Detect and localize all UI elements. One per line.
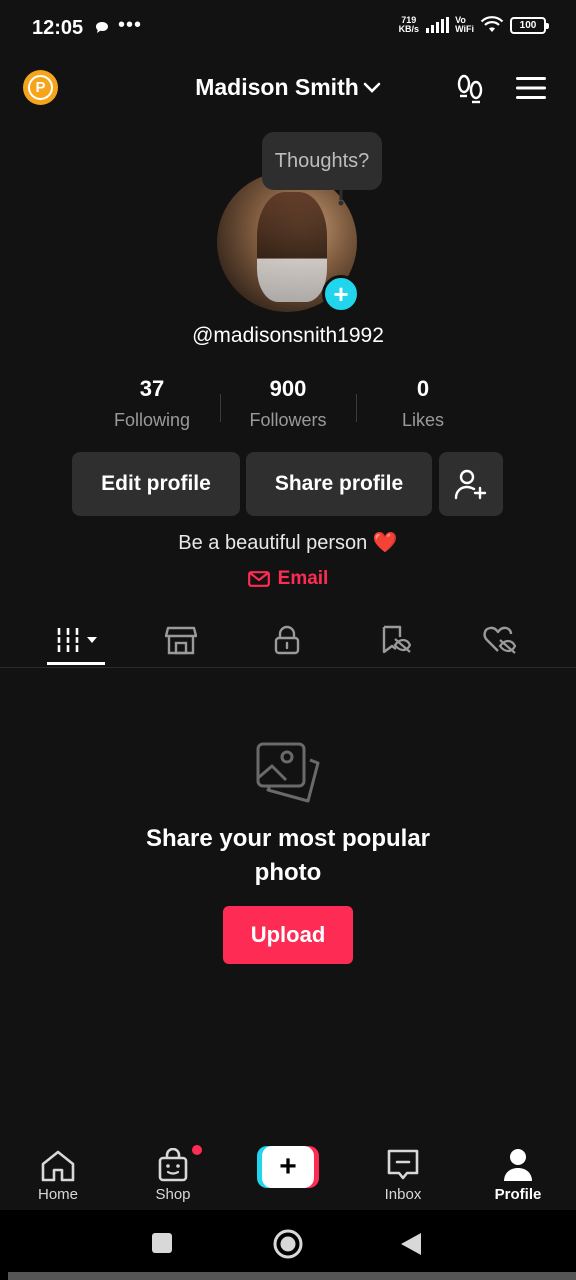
vowifi-indicator: Vo WiFi — [455, 15, 474, 34]
create-button[interactable]: + — [257, 1146, 319, 1188]
nav-label: Profile — [494, 1186, 542, 1203]
tab-liked[interactable] — [475, 620, 525, 660]
create-plus-icon: + — [262, 1146, 314, 1188]
menu-icon[interactable] — [516, 76, 546, 100]
inbox-icon — [387, 1149, 419, 1180]
tab-saved[interactable] — [370, 620, 420, 660]
back-triangle-icon[interactable] — [400, 1232, 422, 1256]
account-switcher: Madison Smith — [0, 74, 576, 101]
email-link-row: Email — [0, 568, 576, 593]
active-tab-indicator — [47, 662, 105, 665]
nav-home[interactable]: Home — [8, 1148, 108, 1203]
chevron-down-icon — [363, 82, 381, 93]
bookmark-hidden-icon — [382, 625, 411, 654]
home-circle-icon[interactable] — [272, 1228, 304, 1260]
wifi-icon — [480, 16, 504, 32]
stat-value: 37 — [139, 376, 165, 401]
thoughts-tail — [338, 188, 344, 206]
storefront-icon — [165, 626, 197, 655]
nav-profile[interactable]: Profile — [468, 1148, 568, 1203]
nav-label: Home — [37, 1186, 78, 1203]
stat-likes[interactable]: 0 Likes — [355, 376, 491, 431]
username: @madisonsnith1992 — [192, 324, 384, 347]
more-notifications-icon: ••• — [118, 14, 143, 36]
tab-shop[interactable] — [156, 620, 206, 660]
email-label: Email — [277, 568, 329, 589]
profile-header: P Madison Smith — [0, 58, 576, 120]
bio: Be a beautiful person ❤️ — [178, 532, 398, 554]
status-indicators: 719 KB/s Vo WiFi 100 — [398, 15, 549, 34]
status-bar: 12:05 ••• 719 KB/s Vo WiFi 100 — [0, 0, 576, 58]
battery-indicator: 100 — [510, 16, 549, 34]
envelope-icon — [247, 571, 270, 587]
status-time: 12:05 — [32, 17, 84, 39]
stat-followers[interactable]: 900 Followers — [220, 376, 356, 431]
home-icon — [41, 1150, 75, 1182]
nav-label: Inbox — [384, 1186, 422, 1203]
shop-bag-icon — [158, 1148, 188, 1182]
chat-notification-icon — [94, 20, 110, 41]
stat-value: 900 — [269, 376, 307, 401]
footprints-icon[interactable] — [454, 72, 486, 104]
photos-icon — [256, 742, 320, 803]
share-profile-button[interactable]: Share profile — [246, 452, 432, 516]
stat-value: 0 — [416, 376, 430, 401]
add-photo-plus-icon[interactable]: + — [322, 275, 360, 313]
nav-label: Shop — [155, 1186, 191, 1203]
profile-name: Madison Smith — [195, 74, 359, 100]
stat-label: Likes — [401, 410, 445, 430]
nav-shop[interactable]: Shop — [123, 1148, 223, 1203]
edit-profile-button[interactable]: Edit profile — [72, 452, 240, 516]
empty-state-title: Share your most popular photo — [145, 825, 431, 886]
tab-videos[interactable] — [52, 620, 106, 660]
stat-following[interactable]: 37 Following — [84, 376, 220, 431]
content-tabs — [0, 612, 576, 668]
avatar-photo — [257, 192, 327, 302]
gesture-bar — [8, 1272, 576, 1280]
lock-icon — [274, 625, 300, 655]
recent-apps-icon[interactable] — [151, 1232, 173, 1254]
shop-notification-dot — [192, 1145, 202, 1155]
system-navigation-bar — [0, 1210, 576, 1280]
heart-hidden-icon — [483, 626, 517, 654]
person-icon — [504, 1149, 532, 1181]
stats-row: 37 Following 900 Followers 0 Likes — [0, 376, 576, 438]
tab-private[interactable] — [262, 620, 312, 660]
stat-label: Followers — [249, 410, 327, 430]
nav-inbox[interactable]: Inbox — [353, 1148, 453, 1203]
signal-icon — [426, 17, 450, 33]
upload-button[interactable]: Upload — [223, 906, 353, 964]
thoughts-bubble[interactable]: Thoughts? — [262, 132, 382, 190]
grid-videos-icon — [57, 628, 97, 652]
email-link[interactable]: Email — [247, 568, 329, 590]
add-person-icon — [454, 469, 487, 500]
stat-label: Following — [113, 410, 191, 430]
add-friend-button[interactable] — [439, 452, 503, 516]
account-switcher-button[interactable]: Madison Smith — [195, 74, 381, 101]
network-speed: 719 KB/s — [398, 15, 420, 34]
